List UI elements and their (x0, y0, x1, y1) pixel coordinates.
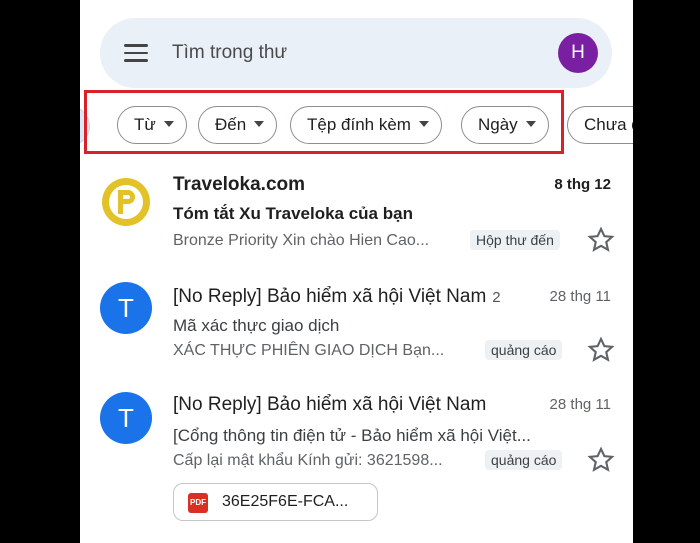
email-sender: [No Reply] Bảo hiểm xã hội Việt Nam 2 (173, 286, 501, 307)
sender-avatar: T (100, 392, 152, 444)
search-bar[interactable]: Tìm trong thư H (100, 18, 612, 88)
sender-avatar: T (100, 282, 152, 334)
filter-chip-to[interactable]: Đến (198, 106, 278, 144)
filter-chip-from[interactable]: Từ (117, 106, 187, 144)
filter-chip-date[interactable]: Ngày (461, 106, 549, 144)
account-avatar[interactable]: H (558, 33, 598, 73)
filter-chips: Từ Đến Tệp đính kèm Ngày Chưa đ (80, 104, 633, 148)
pdf-icon: PDF (188, 493, 208, 513)
thread-count: 2 (492, 289, 501, 306)
email-snippet: Bronze Priority Xin chào Hien Cao... (173, 232, 430, 249)
email-subject: [Cổng thông tin điện tử - Bảo hiểm xã hộ… (173, 426, 531, 445)
dropdown-caret-icon (254, 120, 265, 127)
attachment-chip[interactable]: PDF 36E25F6E-FCA... (173, 483, 378, 521)
filter-chip-partial[interactable] (80, 106, 90, 146)
dropdown-caret-icon (163, 120, 174, 127)
email-subject: Mã xác thực giao dịch (173, 316, 340, 335)
email-date: 28 thg 11 (549, 288, 611, 305)
email-subject: Tóm tắt Xu Traveloka của bạn (173, 204, 413, 223)
menu-icon[interactable] (124, 44, 148, 62)
star-icon[interactable] (587, 446, 615, 474)
dropdown-caret-icon (525, 120, 536, 127)
email-sender: Traveloka.com (173, 174, 306, 195)
email-sender: [No Reply] Bảo hiểm xã hội Việt Nam (173, 394, 487, 415)
filter-chip-attachment[interactable]: Tệp đính kèm (290, 106, 442, 144)
star-icon[interactable] (587, 226, 615, 254)
email-snippet: Cấp lại mật khẩu Kính gửi: 3621598... (173, 452, 443, 469)
filter-chip-unread[interactable]: Chưa đ (567, 106, 633, 144)
search-input[interactable]: Tìm trong thư (172, 40, 532, 66)
traveloka-logo-icon (100, 176, 152, 228)
email-snippet: XÁC THỰC PHIÊN GIAO DỊCH Bạn... (173, 342, 445, 359)
email-label: quảng cáo (485, 340, 563, 360)
email-date: 8 thg 12 (554, 176, 611, 193)
email-date: 28 thg 11 (549, 396, 611, 413)
gmail-app-screen: Tìm trong thư H Từ Đến Tệp đính kèm Ngày… (80, 0, 633, 543)
attachment-name: 36E25F6E-FCA... (222, 493, 349, 510)
dropdown-caret-icon (418, 120, 429, 127)
star-icon[interactable] (587, 336, 615, 364)
email-label: Hộp thư đến (470, 230, 560, 250)
email-label: quảng cáo (485, 450, 563, 470)
